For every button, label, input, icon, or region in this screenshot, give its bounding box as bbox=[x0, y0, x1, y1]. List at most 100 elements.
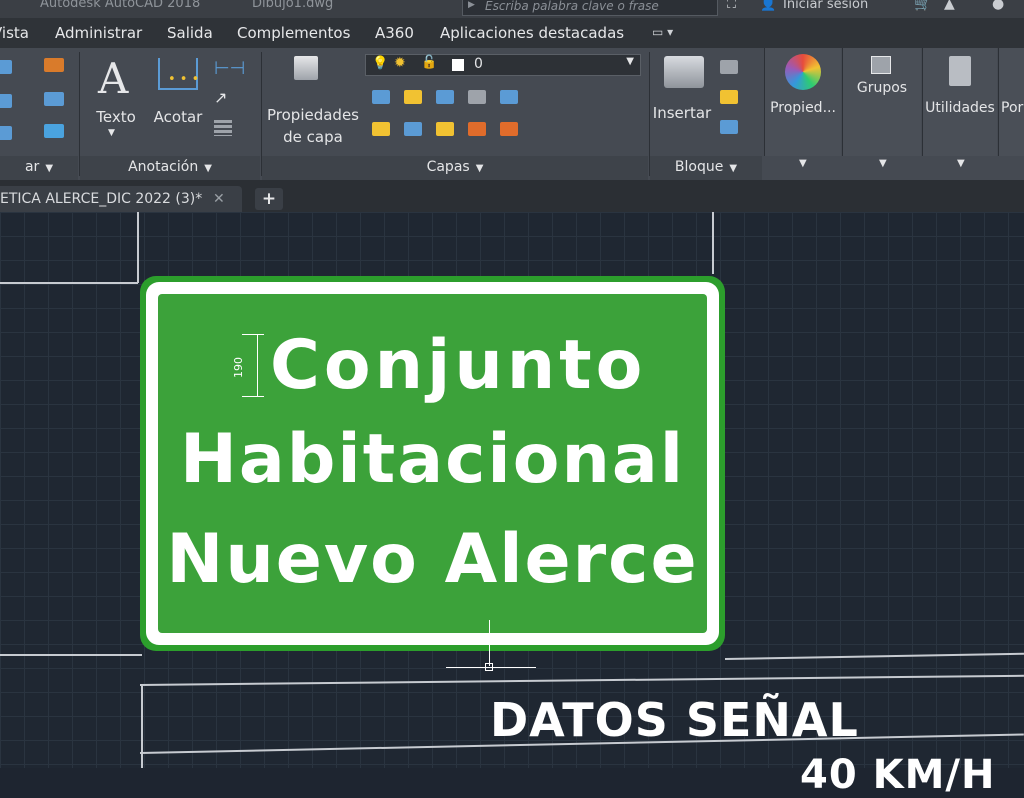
tab-complementos[interactable]: Complementos bbox=[237, 24, 350, 42]
text-icon[interactable]: A bbox=[98, 54, 128, 103]
chevron-down-icon: ▼ bbox=[957, 158, 965, 169]
layer-tool-icon[interactable] bbox=[404, 90, 422, 104]
close-icon[interactable]: ✕ bbox=[213, 186, 225, 212]
speed-text: 40 KM/H bbox=[800, 752, 996, 798]
layer-tool-icon[interactable] bbox=[404, 122, 422, 136]
help-icon[interactable]: ● bbox=[992, 0, 1004, 12]
layer-tool-icon[interactable] bbox=[372, 90, 390, 104]
insert-button[interactable]: Insertar bbox=[650, 104, 714, 122]
edit-block-icon[interactable] bbox=[720, 90, 738, 104]
groups-label: Grupos bbox=[856, 80, 908, 96]
chevron-down-icon: ▼ bbox=[799, 158, 807, 169]
current-layer-name: 0 bbox=[474, 56, 483, 72]
signin-button[interactable]: Iniciar sesión bbox=[783, 0, 868, 12]
line-icon[interactable] bbox=[0, 60, 12, 74]
app-title: Autodesk AutoCAD 2018 bbox=[40, 0, 201, 11]
layer-tool-icon[interactable] bbox=[500, 90, 518, 104]
user-icon[interactable]: 👤 bbox=[760, 0, 776, 12]
groups-panel[interactable]: Grupos ▼ bbox=[842, 48, 921, 169]
file-title: Dibujo1.dwg bbox=[252, 0, 334, 11]
tab-vista[interactable]: Vista bbox=[0, 24, 29, 42]
layers-title-text: Capas bbox=[426, 159, 470, 175]
chevron-down-icon: ▼ bbox=[879, 158, 887, 169]
tab-salida[interactable]: Salida bbox=[167, 24, 213, 42]
dimension-button[interactable]: Acotar bbox=[152, 108, 204, 126]
block-panel-title[interactable]: Bloque ▼ bbox=[650, 156, 762, 180]
table-title: DATOS SEÑAL bbox=[490, 693, 859, 747]
ribbon: ar ▼ A Texto ▼ • • • Acotar ⊢⊣ ↗ Anotació… bbox=[0, 48, 1024, 180]
dimension-line bbox=[242, 396, 264, 397]
dimension-line bbox=[242, 334, 264, 335]
lock-icon: 🔓 bbox=[421, 55, 438, 70]
layer-tool-icon[interactable] bbox=[436, 122, 454, 136]
text-button[interactable]: Texto bbox=[94, 108, 138, 126]
groups-icon bbox=[871, 56, 891, 74]
color-swatch bbox=[452, 59, 464, 71]
frame-line bbox=[712, 212, 714, 274]
cursor-pickbox bbox=[485, 663, 493, 671]
sign-line-2: Habitacional bbox=[179, 420, 686, 499]
layer-tool-icon[interactable] bbox=[468, 122, 486, 136]
tab-administrar[interactable]: Administrar bbox=[55, 24, 142, 42]
utilities-label: Utilidades bbox=[925, 100, 995, 116]
layer-properties-label-1[interactable]: Propiedades bbox=[262, 106, 364, 124]
color-wheel-icon bbox=[785, 54, 821, 90]
ribbon-tab-bar: Vista Administrar Salida Complementos A3… bbox=[0, 18, 1024, 48]
table-icon[interactable] bbox=[214, 120, 232, 136]
leader-icon[interactable]: ↗ bbox=[214, 88, 227, 107]
draw-panel: ar ▼ bbox=[0, 48, 78, 180]
layer-dropdown[interactable]: 💡 ✹ 🔓 0 ▼ bbox=[365, 54, 641, 76]
annotation-panel-title[interactable]: Anotación ▼ bbox=[80, 156, 260, 180]
layer-tool-icon[interactable] bbox=[500, 122, 518, 136]
clipboard-label: Por bbox=[1001, 100, 1024, 116]
draw-panel-title[interactable]: ar ▼ bbox=[0, 156, 78, 180]
layers-panel-title[interactable]: Capas ▼ bbox=[262, 156, 648, 180]
attribute-icon[interactable] bbox=[720, 120, 738, 134]
tab-aplicaciones-destacadas[interactable]: Aplicaciones destacadas bbox=[440, 24, 624, 42]
cursor-crosshair bbox=[489, 620, 490, 666]
box-icon[interactable] bbox=[44, 92, 64, 106]
draw-panel-title-text: ar bbox=[24, 159, 40, 175]
layer-properties-label-2[interactable]: de capa bbox=[262, 128, 364, 146]
rect-icon[interactable] bbox=[0, 94, 12, 108]
layer-tool-icon[interactable] bbox=[468, 90, 486, 104]
sign-line-1: Conjunto bbox=[270, 326, 647, 405]
layer-tool-icon[interactable] bbox=[372, 122, 390, 136]
table-tool-icon[interactable] bbox=[44, 124, 64, 138]
block-title-text: Bloque bbox=[674, 159, 724, 175]
brush-icon[interactable] bbox=[44, 58, 64, 72]
new-tab-button[interactable]: + bbox=[255, 188, 283, 210]
autodesk-icon[interactable]: ▲ bbox=[944, 0, 955, 12]
properties-label: Propied... bbox=[770, 100, 836, 116]
layer-tool-icon[interactable] bbox=[436, 90, 454, 104]
properties-panel[interactable]: Propied... ▼ bbox=[764, 48, 841, 169]
sign-line-3: Nuevo Alerce bbox=[166, 520, 699, 599]
frame-line bbox=[0, 654, 142, 656]
binoculars-icon[interactable]: ⛶ bbox=[727, 0, 736, 12]
ribbon-options-icon[interactable]: ▭ ▾ bbox=[652, 25, 673, 39]
search-input[interactable]: ▶ Escriba palabra clave o frase bbox=[462, 0, 718, 16]
document-tab[interactable]: ETICA ALERCE_DIC 2022 (3)* ✕ bbox=[0, 186, 242, 212]
clipboard-panel[interactable]: Por bbox=[998, 48, 1024, 156]
frame-line bbox=[137, 212, 139, 283]
tab-a360[interactable]: A360 bbox=[375, 24, 414, 42]
search-placeholder: Escriba palabra clave o frase bbox=[485, 0, 659, 13]
text-dropdown-icon[interactable]: ▼ bbox=[108, 128, 115, 138]
calculator-icon bbox=[949, 56, 971, 86]
search-arrow-icon: ▶ bbox=[468, 0, 475, 10]
create-block-icon[interactable] bbox=[720, 60, 738, 74]
frame-line bbox=[0, 282, 138, 284]
annotation-title-text: Anotación bbox=[128, 159, 199, 175]
insert-block-icon[interactable] bbox=[664, 56, 704, 88]
document-tab-label: ETICA ALERCE_DIC 2022 (3)* bbox=[0, 191, 203, 207]
dimension-dots-icon: • • • bbox=[168, 72, 200, 87]
hatch-icon[interactable] bbox=[0, 126, 12, 140]
lightbulb-icon: 💡 bbox=[372, 56, 389, 71]
linear-dim-icon[interactable]: ⊢⊣ bbox=[214, 58, 245, 79]
chevron-down-icon: ▼ bbox=[626, 56, 634, 67]
table-left-line bbox=[141, 685, 143, 768]
dimension-value: 190 bbox=[232, 357, 245, 378]
utilities-panel[interactable]: Utilidades ▼ bbox=[922, 48, 997, 169]
cart-icon[interactable]: 🛒 bbox=[914, 0, 931, 12]
layer-properties-icon[interactable] bbox=[294, 56, 318, 80]
